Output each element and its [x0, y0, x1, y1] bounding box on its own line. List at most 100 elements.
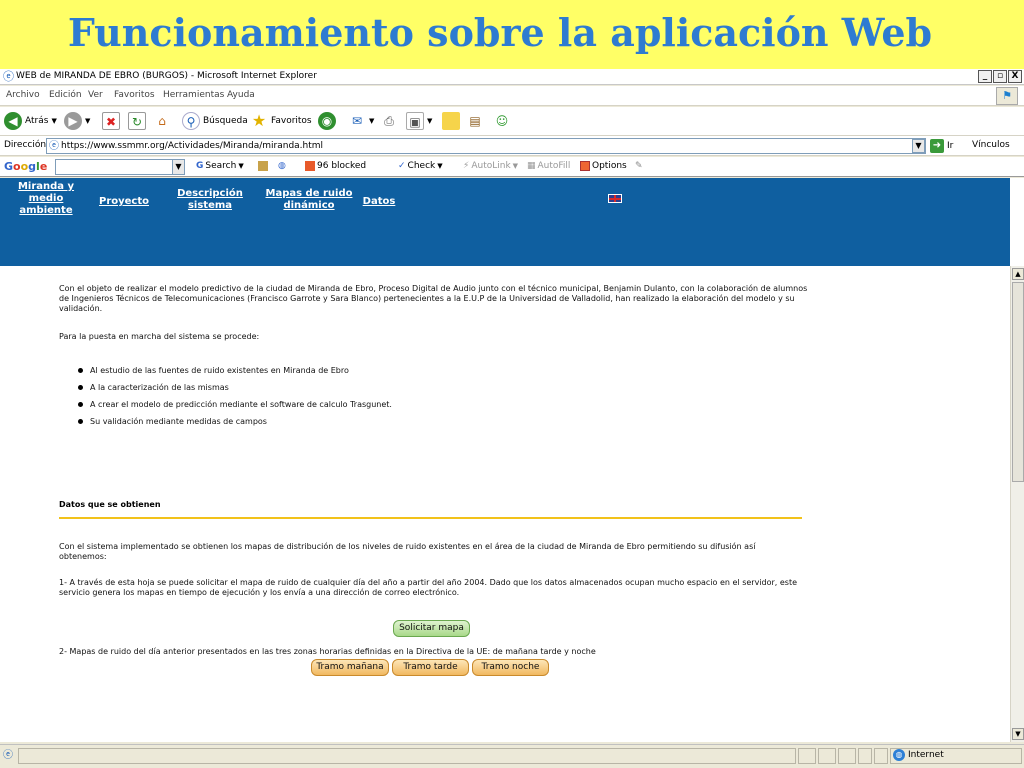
back-label: Atrás: [25, 116, 49, 126]
go-button[interactable]: ➜ Ir: [930, 139, 953, 153]
globe-icon: ◍: [278, 161, 286, 171]
menu-herramientas[interactable]: Herramientas: [163, 90, 224, 100]
forward-arrow-icon: ▶: [64, 112, 82, 130]
popup-blocked-icon: [305, 161, 315, 171]
autolink-button[interactable]: ⚡ AutoLink ▼: [463, 161, 518, 171]
pencil-icon[interactable]: ✎: [635, 161, 643, 171]
menu-archivo[interactable]: Archivo: [6, 90, 40, 100]
forward-button[interactable]: ▶ ▼: [64, 111, 90, 131]
nav-descripcion-sistema[interactable]: Descripción sistema: [172, 188, 248, 212]
spellcheck-button[interactable]: ✓ Check ▼: [398, 161, 443, 171]
refresh-icon: ↻: [128, 112, 146, 130]
mail-icon: ✉: [348, 112, 366, 130]
tramo-tarde-button[interactable]: Tramo tarde: [392, 659, 469, 676]
solicitar-mapa-button[interactable]: Solicitar mapa: [393, 620, 470, 637]
tramo-noche-button[interactable]: Tramo noche: [472, 659, 549, 676]
messenger-button[interactable]: ☺: [493, 111, 511, 131]
browser-window: ⓔ WEB de MIRANDA DE EBRO (BURGOS) - Micr…: [0, 69, 1024, 768]
status-pane: [818, 748, 836, 764]
title-bar: ⓔ WEB de MIRANDA DE EBRO (BURGOS) - Micr…: [0, 69, 1024, 85]
list-item: A crear el modelo de predicción mediante…: [78, 400, 392, 417]
research-icon: ▤: [466, 112, 484, 130]
messenger-icon: ☺: [493, 112, 511, 130]
menu-ayuda[interactable]: Ayuda: [227, 90, 255, 100]
maximize-button[interactable]: ▫: [993, 70, 1007, 83]
menu-ver[interactable]: Ver: [88, 90, 103, 100]
google-search-button[interactable]: G Search ▼: [196, 161, 244, 171]
scroll-up-arrow-icon[interactable]: ▲: [1012, 268, 1024, 280]
autolink-label: AutoLink: [471, 161, 511, 171]
ie-icon: ⓔ: [3, 70, 14, 83]
autofill-button[interactable]: ▦ AutoFill: [527, 161, 570, 171]
scroll-thumb[interactable]: [1012, 282, 1024, 482]
options-button[interactable]: Options: [580, 161, 627, 171]
window-title: WEB de MIRANDA DE EBRO (BURGOS) - Micros…: [16, 71, 317, 81]
chevron-down-icon[interactable]: ▼: [172, 160, 184, 174]
refresh-button[interactable]: ↻: [128, 111, 146, 131]
discuss-button[interactable]: [442, 111, 460, 131]
nav-proyecto[interactable]: Proyecto: [93, 196, 155, 208]
tramo-manana-button[interactable]: Tramo mañana: [311, 659, 389, 676]
favorites-label: Favoritos: [271, 116, 312, 126]
list-item: A la caracterización de las mismas: [78, 383, 392, 400]
close-button[interactable]: X: [1008, 70, 1022, 83]
address-bar: Dirección ⓔ https://www.ssmmr.org/Activi…: [0, 136, 1024, 156]
chevron-down-icon: ▼: [51, 117, 57, 125]
uk-flag-icon[interactable]: [608, 194, 622, 203]
mail-button[interactable]: ✉ ▼: [348, 111, 374, 131]
chevron-down-icon: ▼: [437, 162, 443, 170]
menu-favoritos[interactable]: Favoritos: [114, 90, 155, 100]
google-toolbar: Google ▼ G Search ▼ ◍ 96 blocked ✓ Check…: [0, 157, 1024, 177]
address-input[interactable]: ⓔ https://www.ssmmr.org/Actividades/Mira…: [46, 138, 926, 154]
page-icon: ⓔ: [49, 141, 59, 152]
nav-mapas-ruido-dinamico[interactable]: Mapas de ruido dinámico: [262, 188, 356, 212]
page-viewport: Miranda y medio ambiente Proyecto Descri…: [0, 178, 1024, 742]
nav-miranda-medio-ambiente[interactable]: Miranda y medio ambiente: [14, 181, 78, 217]
google-search-input[interactable]: ▼: [55, 159, 185, 175]
check-label: Check: [407, 161, 436, 171]
research-button[interactable]: ▤: [466, 111, 484, 131]
stop-button[interactable]: ✖: [102, 111, 120, 131]
item1-paragraph: 1- A través de esta hoja se puede solici…: [59, 578, 798, 597]
toolbar: ◀ Atrás ▼ ▶ ▼ ✖ ↻ ⌂ ⚲ Búsqueda ★ Favorit…: [0, 107, 1024, 136]
zone-label: Internet: [908, 750, 944, 760]
security-zone: ◍ Internet: [893, 749, 944, 761]
status-text-pane: [18, 748, 796, 764]
list-item: Su validación mediante medidas de campos: [78, 417, 392, 434]
google-logo[interactable]: Google: [4, 160, 47, 173]
scroll-down-arrow-icon[interactable]: ▼: [1012, 728, 1024, 740]
search-button[interactable]: ⚲ Búsqueda: [182, 111, 248, 131]
procedure-text: Para la puesta en marcha del sistema se …: [59, 332, 260, 341]
address-url: https://www.ssmmr.org/Actividades/Mirand…: [61, 141, 324, 151]
stop-icon: ✖: [102, 112, 120, 130]
links-button[interactable]: Vínculos: [972, 140, 1010, 150]
home-button[interactable]: ⌂: [153, 111, 171, 131]
go-label: Ir: [947, 141, 954, 151]
edit-button[interactable]: ▣ ▼: [406, 111, 432, 131]
home-icon: ⌂: [153, 112, 171, 130]
menu-bar: Archivo Edición Ver Favoritos Herramient…: [0, 86, 1024, 106]
vertical-scrollbar[interactable]: ▲ ▼: [1010, 266, 1024, 742]
page-status-icon: ⓔ: [3, 750, 13, 761]
menu-edicion[interactable]: Edición: [49, 90, 82, 100]
pagerank-button[interactable]: ◍: [278, 161, 286, 171]
favorites-button[interactable]: ★ Favoritos: [250, 111, 312, 131]
chevron-down-icon: ▼: [85, 117, 91, 125]
status-pane: [858, 748, 872, 764]
list-item: Al estudio de las fuentes de ruido exist…: [78, 366, 392, 383]
popup-blocker-button[interactable]: 96 blocked: [305, 161, 366, 171]
back-button[interactable]: ◀ Atrás ▼: [4, 111, 57, 131]
media-button[interactable]: ◉: [318, 111, 336, 131]
slide-title: Funcionamiento sobre la aplicación Web: [67, 10, 933, 55]
obtain-paragraph: Con el sistema implementado se obtienen …: [59, 542, 756, 561]
minimize-button[interactable]: _: [978, 70, 992, 83]
address-dropdown-button[interactable]: ▼: [912, 139, 925, 153]
nav-datos[interactable]: Datos: [358, 196, 400, 208]
news-button[interactable]: [258, 161, 268, 171]
search-icon: ⚲: [182, 112, 200, 130]
status-pane: [874, 748, 888, 764]
status-bar: ⓔ ◍ Internet: [0, 744, 1024, 768]
globe-icon: ◍: [893, 749, 905, 761]
chevron-down-icon: ▼: [427, 117, 433, 125]
print-button[interactable]: ⎙: [380, 111, 398, 131]
